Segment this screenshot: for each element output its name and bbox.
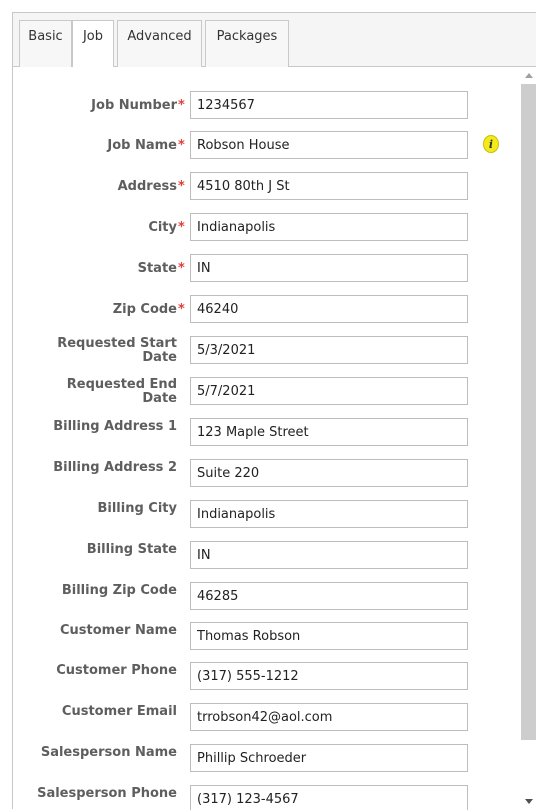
scroll-down-arrow-icon[interactable]: [525, 799, 533, 804]
job-name-label: Job Name: [107, 138, 177, 153]
requested-end-date-label-line2: Date: [142, 391, 177, 406]
salesperson-phone-label: Salesperson Phone: [37, 786, 177, 801]
requested-end-date-label: Requested End Date: [13, 378, 177, 406]
billing-address-1-input[interactable]: [190, 418, 468, 446]
required-marker: *: [178, 220, 185, 235]
salesperson-name-label: Salesperson Name: [40, 745, 177, 760]
salesperson-phone-input[interactable]: [190, 785, 468, 810]
scroll-up-arrow-icon[interactable]: [525, 73, 533, 78]
scrollbar-thumb[interactable]: [521, 84, 536, 740]
customer-email-label: Customer Email: [61, 704, 177, 719]
billing-zip-code-label: Billing Zip Code: [61, 583, 177, 598]
customer-phone-input[interactable]: [190, 662, 468, 690]
zip-code-row: Zip Code *: [13, 295, 521, 325]
requested-start-date-label-line1: Requested Start: [57, 336, 177, 351]
address-row: Address *: [13, 172, 521, 202]
required-marker: *: [178, 302, 185, 317]
billing-city-row: Billing City: [13, 500, 521, 530]
required-marker: *: [178, 261, 185, 276]
address-input[interactable]: [190, 172, 468, 200]
customer-email-row: Customer Email: [13, 703, 521, 733]
customer-phone-row: Customer Phone: [13, 662, 521, 692]
salesperson-phone-row: Salesperson Phone: [13, 785, 521, 810]
requested-start-date-label-line2: Date: [142, 350, 177, 365]
billing-address-1-row: Billing Address 1: [13, 418, 521, 448]
state-label: State: [137, 261, 177, 276]
billing-state-label: Billing State: [86, 542, 177, 557]
billing-address-2-input[interactable]: [190, 459, 468, 487]
required-marker: *: [178, 138, 185, 153]
job-form-panel: Basic Job Advanced Packages Job Number *…: [12, 12, 536, 810]
requested-start-date-label: Requested Start Date: [13, 337, 177, 365]
info-icon[interactable]: i: [483, 135, 499, 153]
customer-name-row: Customer Name: [13, 622, 521, 652]
requested-end-date-row: Requested End Date: [13, 377, 521, 407]
tab-advanced[interactable]: Advanced: [117, 20, 202, 67]
billing-state-input[interactable]: [190, 541, 468, 569]
billing-address-2-row: Billing Address 2: [13, 459, 521, 489]
requested-end-date-label-line1: Requested End: [66, 377, 177, 392]
tab-basic[interactable]: Basic: [19, 20, 72, 67]
job-number-input[interactable]: [190, 91, 468, 119]
requested-start-date-input[interactable]: [190, 336, 468, 364]
customer-email-input[interactable]: [190, 703, 468, 731]
required-marker: *: [178, 179, 185, 194]
required-marker: *: [178, 98, 185, 113]
city-row: City *: [13, 213, 521, 243]
requested-end-date-input[interactable]: [190, 377, 468, 405]
tab-job[interactable]: Job: [72, 20, 114, 68]
tab-bar: Basic Job Advanced Packages: [13, 13, 536, 68]
salesperson-name-input[interactable]: [190, 744, 468, 772]
city-input[interactable]: [190, 213, 468, 241]
customer-name-input[interactable]: [190, 622, 468, 650]
zip-code-label: Zip Code: [112, 302, 177, 317]
job-name-row: Job Name *: [13, 131, 521, 161]
billing-zip-code-input[interactable]: [190, 582, 468, 610]
address-label: Address: [117, 179, 177, 194]
salesperson-name-row: Salesperson Name: [13, 744, 521, 774]
billing-address-1-label: Billing Address 1: [53, 419, 177, 434]
customer-phone-label: Customer Phone: [56, 663, 177, 678]
customer-name-label: Customer Name: [60, 623, 177, 638]
requested-start-date-row: Requested Start Date: [13, 336, 521, 366]
billing-zip-code-row: Billing Zip Code: [13, 582, 521, 612]
job-name-input[interactable]: [190, 131, 468, 159]
job-fields-area: Job Number * Job Name * i Address * City…: [13, 67, 521, 810]
billing-city-label: Billing City: [97, 501, 177, 516]
tab-packages[interactable]: Packages: [205, 20, 289, 67]
state-row: State *: [13, 254, 521, 284]
zip-code-input[interactable]: [190, 295, 468, 323]
job-number-row: Job Number *: [13, 91, 521, 121]
billing-address-2-label: Billing Address 2: [53, 460, 177, 475]
billing-state-row: Billing State: [13, 541, 521, 571]
vertical-scrollbar[interactable]: [521, 67, 536, 810]
job-number-label: Job Number: [91, 98, 177, 113]
city-label: City: [148, 220, 177, 235]
state-input[interactable]: [190, 254, 468, 282]
billing-city-input[interactable]: [190, 500, 468, 528]
